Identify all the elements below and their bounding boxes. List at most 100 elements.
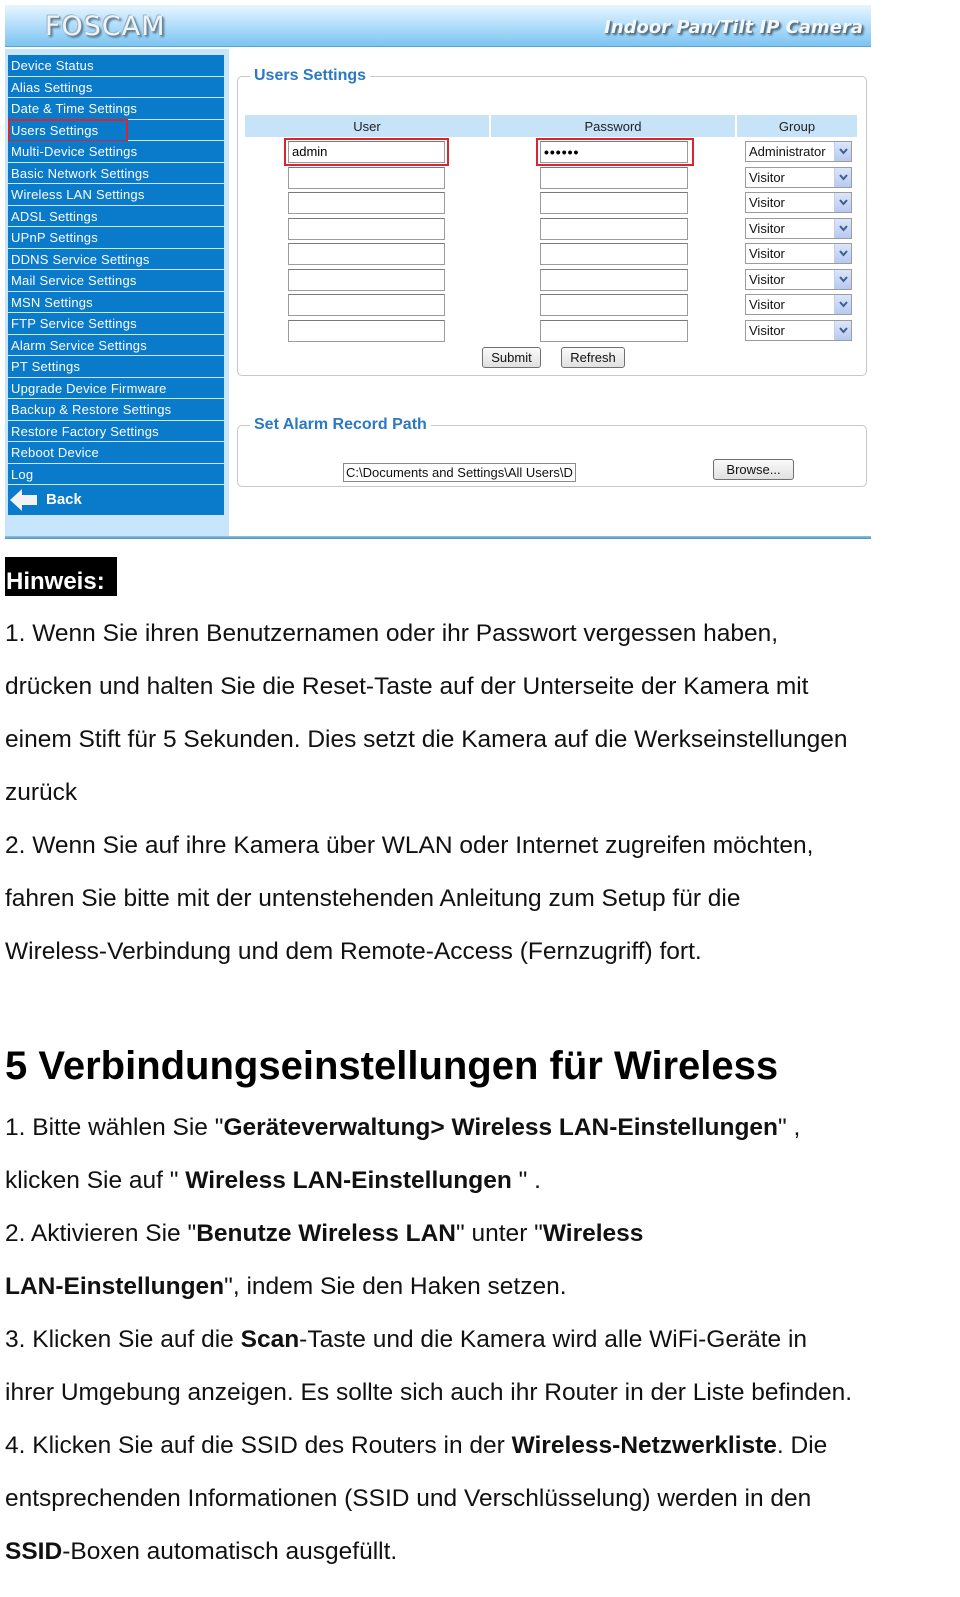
alarm-record-path-panel: Set Alarm Record Path C:\Documents and S…	[237, 415, 867, 487]
sidebar-item-device-status[interactable]: Device Status	[8, 55, 224, 77]
product-tagline: Indoor Pan/Tilt IP Camera	[604, 17, 863, 38]
users-settings-panel: Users Settings User Password Group admin…	[237, 66, 868, 376]
username-input[interactable]	[288, 217, 445, 240]
users-table-header: User Password Group	[245, 115, 857, 137]
group-select-value: Visitor	[749, 271, 785, 287]
note-label: Hinweis:	[5, 557, 117, 596]
bold-text: Wireless LAN-Einstellungen	[185, 1167, 512, 1194]
chevron-down-icon[interactable]	[834, 193, 851, 212]
arrow-left-icon	[10, 489, 37, 511]
submit-button[interactable]: Submit	[482, 347, 541, 368]
step-4-line-3: SSID-Boxen automatisch ausgefüllt.	[5, 1525, 397, 1578]
group-select[interactable]: Administrator	[745, 141, 852, 162]
bold-text: Geräteverwaltung> Wireless LAN-Einstellu…	[223, 1114, 779, 1141]
sidebar-item-alias-settings[interactable]: Alias Settings	[8, 76, 224, 98]
sidebar-item-ddns-service-settings[interactable]: DDNS Service Settings	[8, 248, 224, 270]
text: . Die	[776, 1432, 828, 1459]
bold-text: Benutze Wireless LAN	[196, 1220, 456, 1247]
back-button[interactable]: Back	[8, 485, 224, 515]
text: klicken Sie auf "	[5, 1167, 186, 1194]
sidebar-item-users-settings[interactable]: Users Settings	[8, 118, 224, 141]
password-input[interactable]	[540, 319, 688, 342]
username-input[interactable]	[288, 319, 445, 342]
password-highlight-box	[536, 138, 694, 166]
sidebar-item-mail-service-settings[interactable]: Mail Service Settings	[8, 270, 224, 292]
chevron-down-icon[interactable]	[834, 167, 851, 187]
user-row: Visitor	[238, 166, 868, 191]
sidebar-item-upnp-settings[interactable]: UPnP Settings	[8, 227, 224, 249]
settings-sidebar: Device Status Alias Settings Date & Time…	[5, 49, 229, 539]
password-input[interactable]	[540, 294, 688, 316]
text: -Boxen automatisch ausgefüllt.	[62, 1538, 398, 1565]
password-input[interactable]	[540, 217, 688, 240]
chevron-down-icon[interactable]	[834, 320, 851, 340]
group-select[interactable]: Visitor	[745, 166, 852, 188]
group-select[interactable]: Visitor	[745, 319, 852, 341]
username-input[interactable]	[288, 192, 445, 214]
step-4-line-2: entsprechenden Informationen (SSID und V…	[5, 1485, 812, 1512]
chevron-down-icon[interactable]	[834, 244, 851, 263]
username-highlight-box	[284, 138, 449, 166]
sidebar-item-restore-factory-settings[interactable]: Restore Factory Settings	[8, 420, 224, 442]
browse-button[interactable]: Browse...	[713, 459, 794, 480]
user-row: Visitor	[238, 268, 868, 293]
password-input[interactable]	[540, 243, 688, 265]
sidebar-item-upgrade-device-firmware[interactable]: Upgrade Device Firmware	[8, 377, 224, 399]
step-1-line-1: 1. Bitte wählen Sie "Geräteverwaltung> W…	[5, 1101, 800, 1154]
chevron-down-icon[interactable]	[834, 142, 851, 161]
alarm-record-path-title: Set Alarm Record Path	[250, 415, 431, 435]
sidebar-item-pt-settings[interactable]: PT Settings	[8, 356, 224, 378]
text: " unter "	[456, 1220, 543, 1247]
group-select-value: Visitor	[749, 169, 785, 185]
password-input[interactable]	[540, 268, 688, 291]
username-input[interactable]	[288, 243, 445, 265]
group-select[interactable]: Visitor	[745, 294, 852, 315]
group-select-value: Administrator	[749, 144, 826, 159]
group-select[interactable]: Visitor	[745, 217, 852, 239]
password-input[interactable]	[540, 192, 688, 214]
sidebar-item-adsl-settings[interactable]: ADSL Settings	[8, 205, 224, 227]
group-select-value: Visitor	[749, 220, 785, 236]
column-header-group: Group	[778, 119, 816, 134]
group-select-value: Visitor	[749, 297, 785, 312]
sidebar-item-msn-settings[interactable]: MSN Settings	[8, 291, 224, 313]
note-line: zurück	[5, 779, 78, 806]
username-input[interactable]	[288, 166, 445, 189]
sidebar-item-log[interactable]: Log	[8, 463, 224, 485]
user-row: Visitor	[238, 319, 868, 344]
sidebar-item-backup-restore-settings[interactable]: Backup & Restore Settings	[8, 399, 224, 421]
chevron-down-icon[interactable]	[834, 269, 851, 289]
note-line: Wireless-Verbindung und dem Remote-Acces…	[5, 938, 702, 965]
sidebar-item-reboot-device[interactable]: Reboot Device	[8, 442, 224, 464]
column-header-user: User	[245, 115, 491, 137]
section-heading: 5 Verbindungseinstellungen für Wireless	[5, 1044, 779, 1088]
sidebar-item-multi-device-settings[interactable]: Multi-Device Settings	[8, 141, 224, 163]
step-3-line-1: 3. Klicken Sie auf die Scan-Taste und di…	[5, 1313, 807, 1366]
note-line: 1. Wenn Sie ihren Benutzernamen oder ihr…	[5, 620, 779, 647]
chevron-down-icon[interactable]	[834, 295, 851, 314]
sidebar-item-date-time-settings[interactable]: Date & Time Settings	[8, 98, 224, 120]
sidebar-item-basic-network-settings[interactable]: Basic Network Settings	[8, 162, 224, 184]
refresh-button[interactable]: Refresh	[561, 347, 625, 368]
note-line: 2. Wenn Sie auf ihre Kamera über WLAN od…	[5, 832, 814, 859]
user-row: Visitor	[238, 294, 868, 318]
step-3-line-2: ihrer Umgebung anzeigen. Es sollte sich …	[5, 1379, 853, 1406]
text: 3. Klicken Sie auf die	[5, 1326, 241, 1353]
alarm-path-input[interactable]: C:\Documents and Settings\All Users\D	[343, 463, 576, 482]
user-row: Visitor	[238, 192, 868, 216]
group-select[interactable]: Visitor	[745, 192, 852, 213]
step-2-line-1: 2. Aktivieren Sie "Benutze Wireless LAN"…	[5, 1207, 643, 1260]
username-input[interactable]	[288, 294, 445, 316]
foscam-logo: FOSCAM	[45, 11, 166, 42]
sidebar-item-ftp-service-settings[interactable]: FTP Service Settings	[8, 313, 224, 335]
chevron-down-icon[interactable]	[834, 218, 851, 238]
camera-web-ui-screenshot: FOSCAM Indoor Pan/Tilt IP Camera Device …	[5, 5, 871, 539]
password-input[interactable]	[540, 166, 688, 189]
bold-text: Scan	[240, 1326, 300, 1353]
username-input[interactable]	[288, 268, 445, 291]
bold-text: SSID	[5, 1538, 63, 1565]
group-select[interactable]: Visitor	[745, 268, 852, 290]
sidebar-item-alarm-service-settings[interactable]: Alarm Service Settings	[8, 334, 224, 356]
sidebar-item-wireless-lan-settings[interactable]: Wireless LAN Settings	[8, 184, 224, 206]
group-select[interactable]: Visitor	[745, 243, 852, 264]
